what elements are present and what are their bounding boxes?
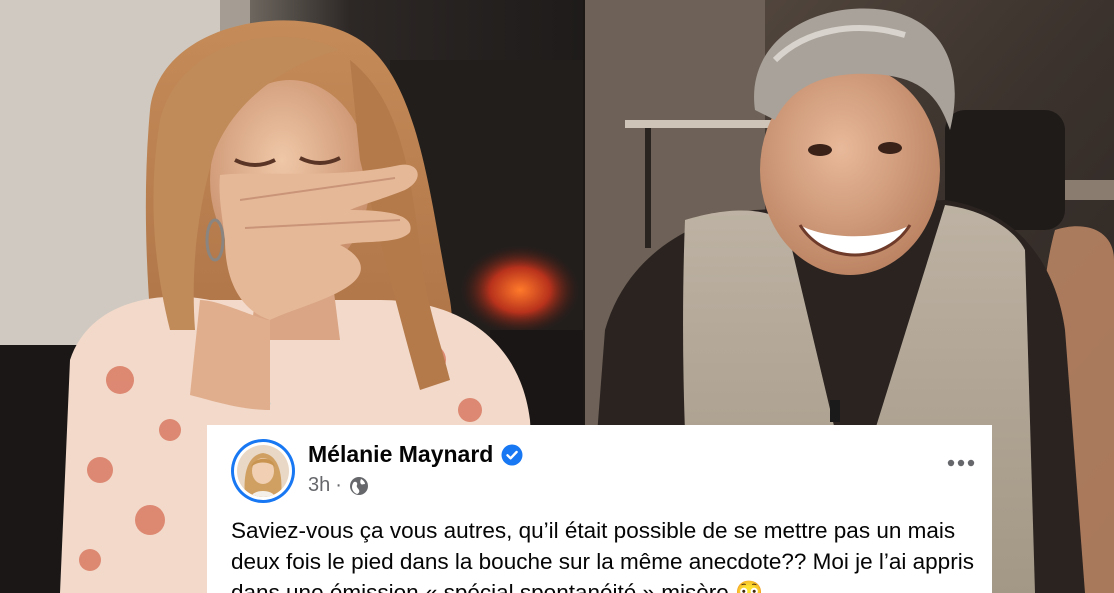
author-avatar[interactable] xyxy=(231,439,295,503)
more-options-icon[interactable] xyxy=(946,457,976,469)
author-name[interactable]: Mélanie Maynard xyxy=(308,441,523,468)
facebook-post-card: Mélanie Maynard 3h · Saviez-vous ça vous… xyxy=(207,425,992,593)
verified-badge-icon xyxy=(501,444,523,465)
post-meta: 3h · xyxy=(308,474,369,497)
avatar-photo xyxy=(237,445,289,497)
globe-icon[interactable] xyxy=(349,476,369,496)
post-body-text: Saviez-vous ça vous autres, qu’il était … xyxy=(231,518,974,593)
post-timestamp[interactable]: 3h xyxy=(308,474,330,497)
author-name-text[interactable]: Mélanie Maynard xyxy=(308,441,493,468)
meta-separator: · xyxy=(335,474,342,496)
